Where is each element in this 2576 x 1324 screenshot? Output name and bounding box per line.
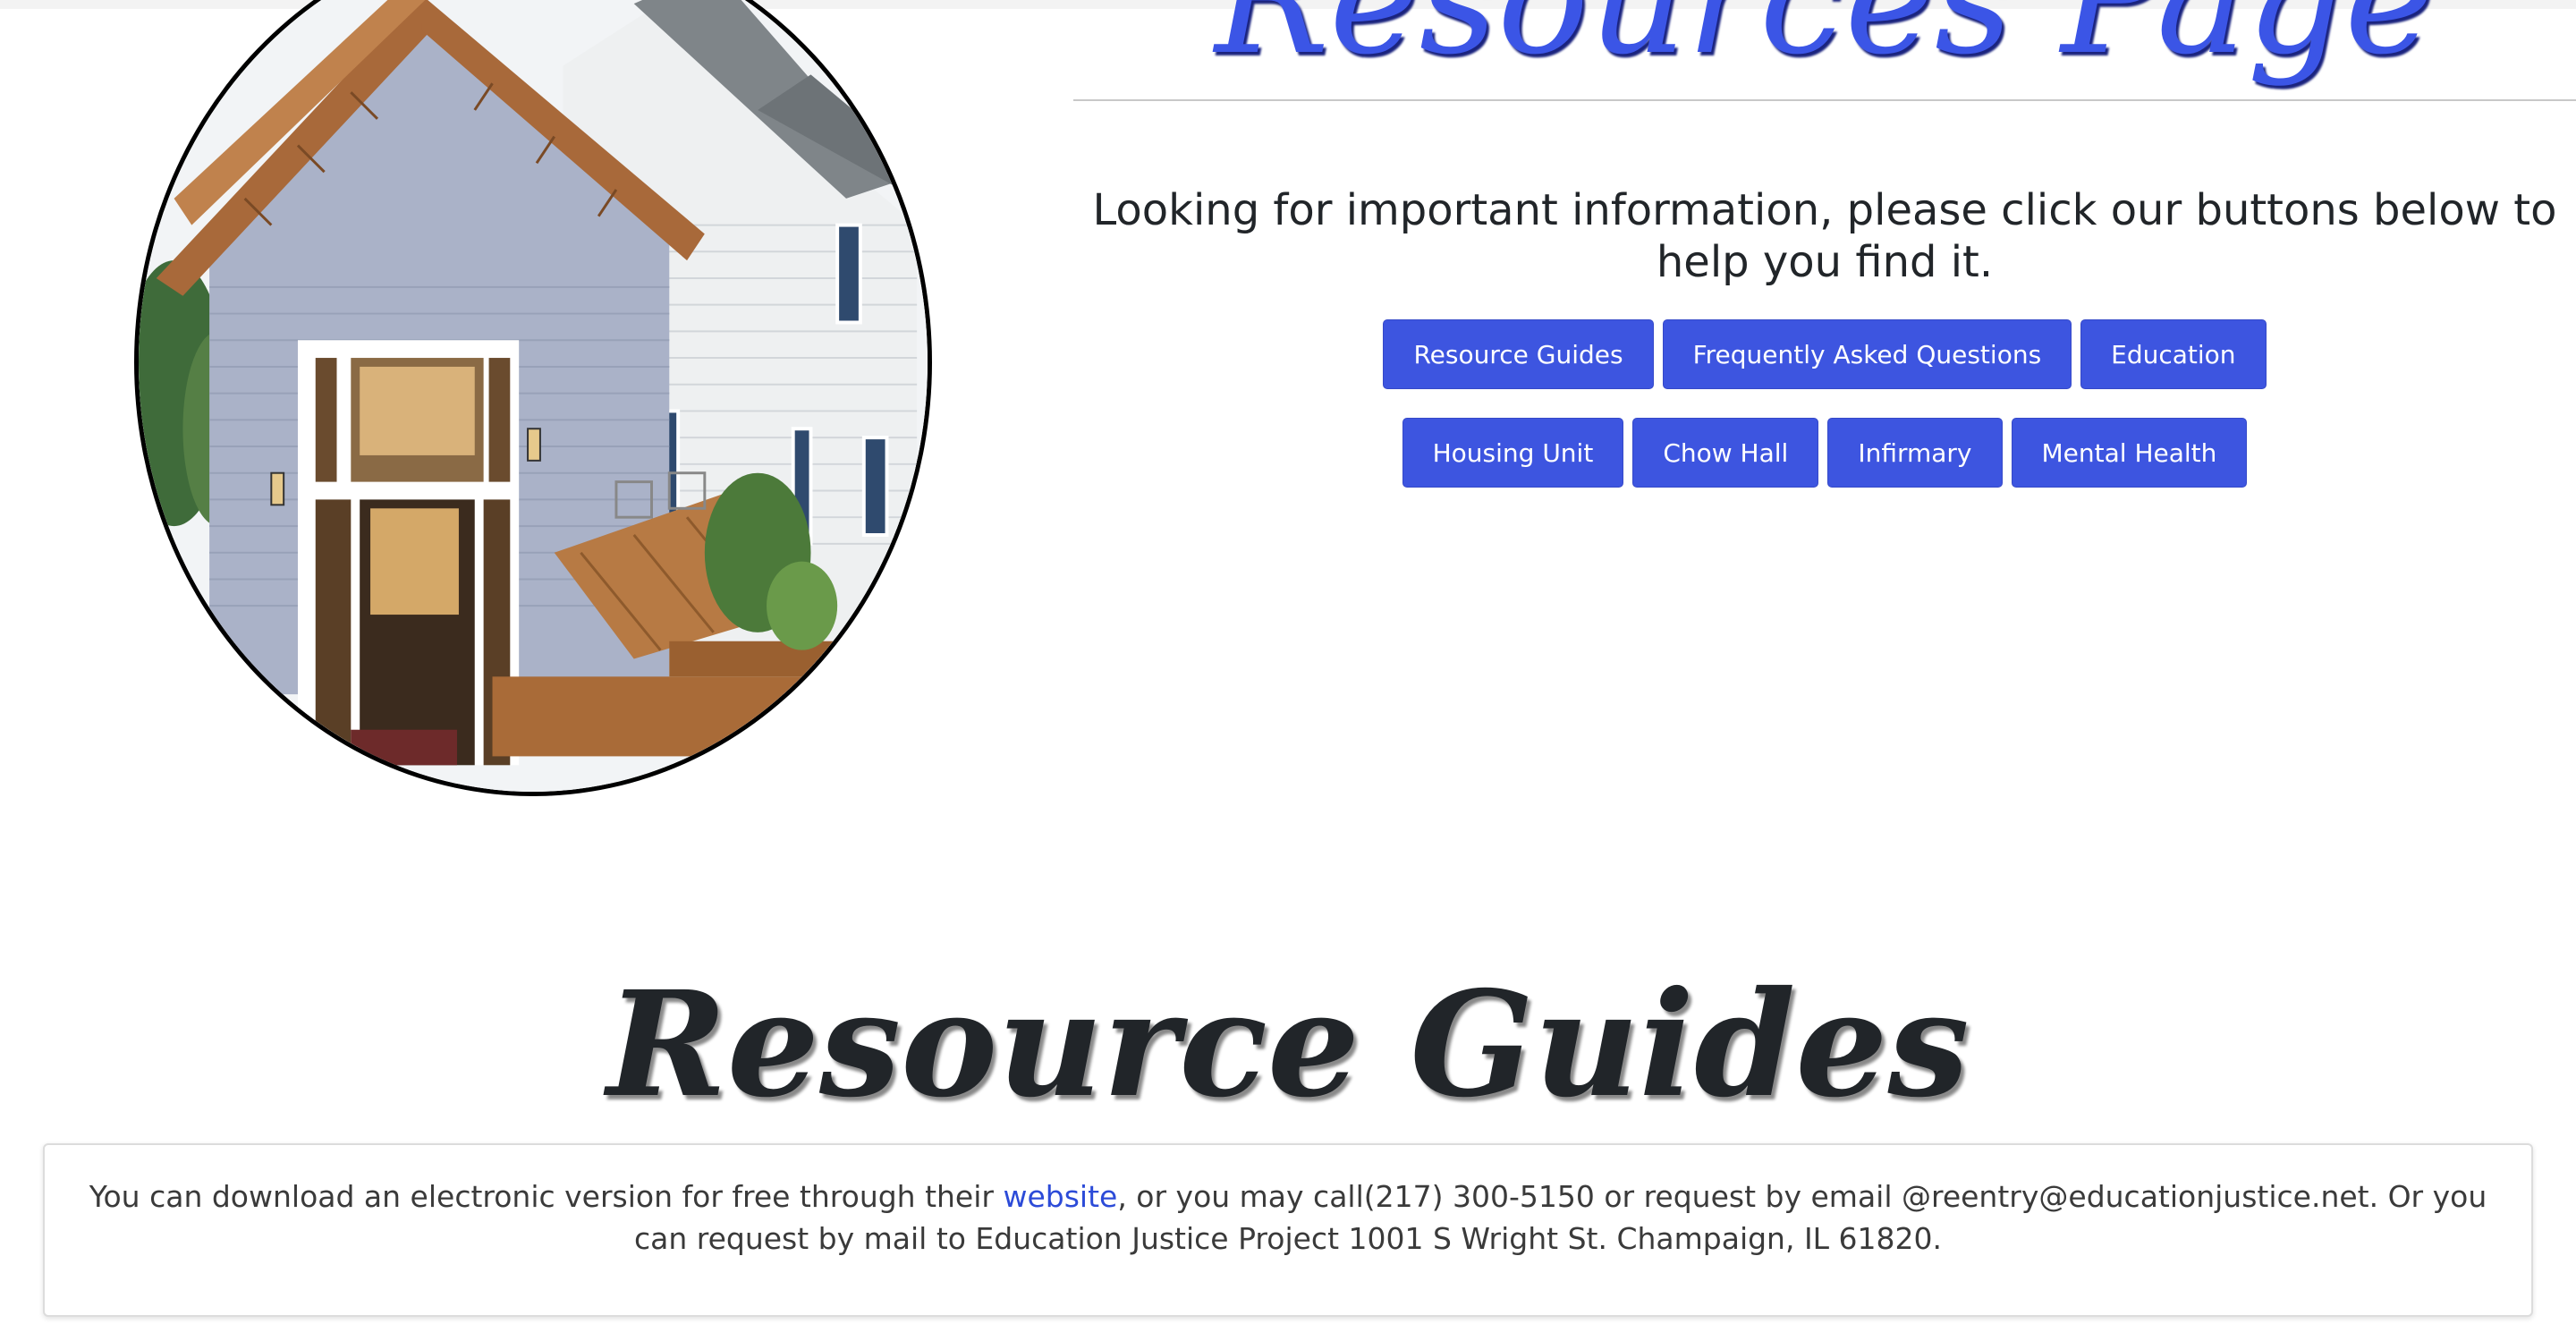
education-button[interactable]: Education — [2080, 319, 2267, 389]
card-text-before-link: You can download an electronic version f… — [89, 1179, 1004, 1214]
resource-guides-heading: Resource Guides — [606, 960, 1970, 1130]
infirmary-button[interactable]: Infirmary — [1827, 418, 2003, 488]
intro-text: Looking for important information, pleas… — [1092, 185, 2557, 287]
faq-button[interactable]: Frequently Asked Questions — [1662, 319, 2072, 389]
page: Resources Page Looking for important inf… — [0, 0, 2576, 1324]
house-image — [134, 0, 932, 796]
button-row-1: Resource Guides Frequently Asked Questio… — [1073, 319, 2576, 389]
house-illustration — [139, 0, 928, 792]
page-title: Resources Page — [1215, 0, 2435, 89]
chow-hall-button[interactable]: Chow Hall — [1632, 418, 1819, 488]
title-divider — [1073, 99, 2576, 101]
button-row-2: Housing Unit Chow Hall Infirmary Mental … — [1073, 418, 2576, 488]
resource-guides-button[interactable]: Resource Guides — [1383, 319, 1654, 389]
website-link[interactable]: website — [1003, 1179, 1117, 1214]
housing-unit-button[interactable]: Housing Unit — [1402, 418, 1624, 488]
mental-health-button[interactable]: Mental Health — [2011, 418, 2248, 488]
resource-guides-card: You can download an electronic version f… — [43, 1143, 2533, 1317]
